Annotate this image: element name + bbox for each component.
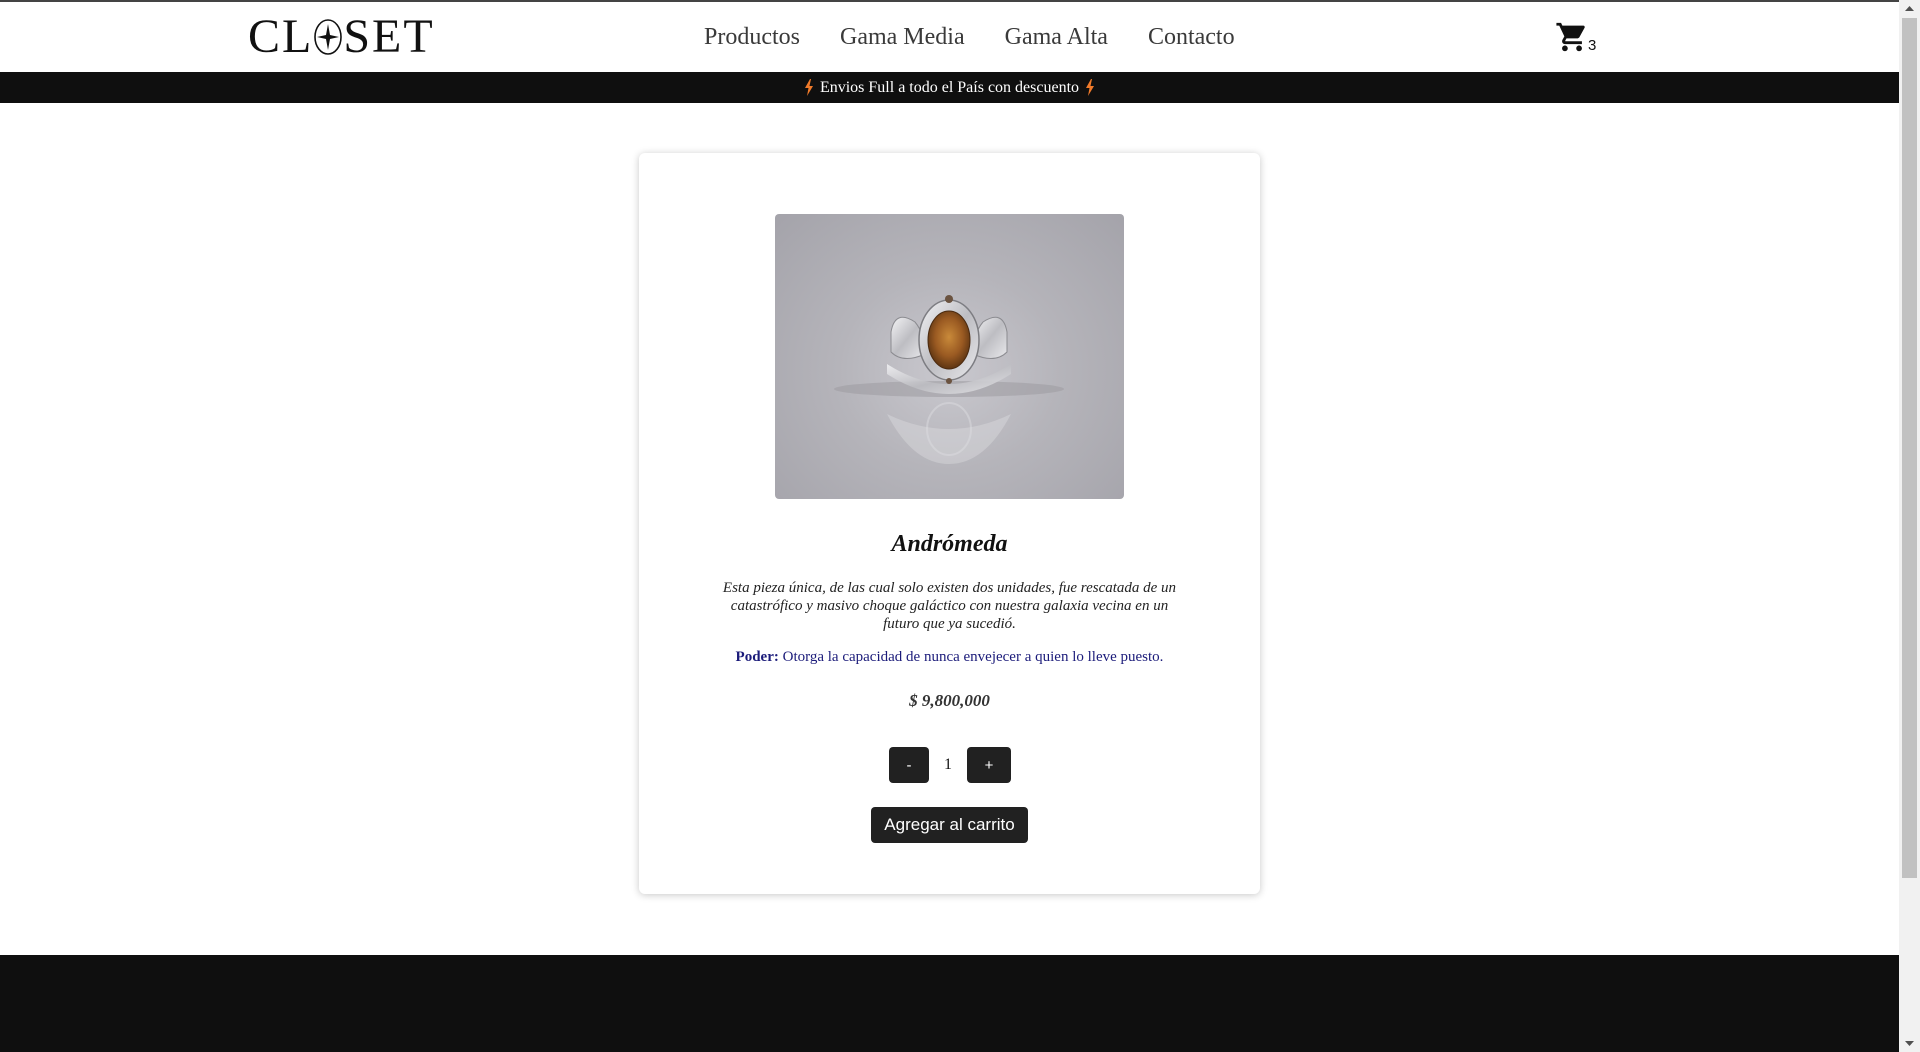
lightning-bolt-icon — [1086, 79, 1095, 96]
cart-count-badge: 3 — [1588, 37, 1597, 54]
product-description: Esta pieza única, de las cual solo exist… — [722, 580, 1177, 632]
cart-button[interactable]: 3 — [1555, 20, 1601, 56]
main-nav: Productos Gama Media Gama Alta Contacto — [704, 22, 1235, 52]
ring-illustration — [834, 295, 1064, 464]
scroll-down-arrow-icon[interactable] — [1899, 1035, 1920, 1052]
power-label: Poder: — [735, 649, 779, 665]
logo-text-start: CL — [248, 10, 314, 63]
page: CL SET Productos Gama Media Gama Alta Co… — [0, 0, 1899, 1052]
quantity-value: 1 — [944, 756, 952, 773]
nav-gama-alta[interactable]: Gama Alta — [1005, 22, 1108, 52]
quantity-stepper: - 1 + — [889, 747, 1011, 783]
promo-bar: Envios Full a todo el País con descuento — [0, 72, 1899, 103]
four-point-star-icon — [314, 19, 343, 55]
product-image — [775, 214, 1124, 499]
logo-text-end: SET — [343, 10, 435, 63]
decrease-quantity-button[interactable]: - — [889, 747, 929, 783]
vertical-scrollbar[interactable] — [1899, 0, 1920, 1052]
promo-text: Envios Full a todo el País con descuento — [819, 78, 1080, 96]
site-header: CL SET Productos Gama Media Gama Alta Co… — [0, 2, 1899, 72]
scrollbar-thumb[interactable] — [1902, 18, 1917, 878]
product-card: Andrómeda Esta pieza única, de las cual … — [639, 153, 1260, 894]
scroll-up-arrow-icon[interactable] — [1899, 0, 1920, 17]
product-price: $ 9,800,000 — [909, 691, 990, 710]
product-title: Andrómeda — [891, 531, 1008, 557]
nav-gama-media[interactable]: Gama Media — [840, 22, 965, 52]
site-footer — [0, 955, 1899, 1052]
shopping-cart-icon — [1556, 22, 1585, 52]
lightning-bolt-icon — [804, 79, 813, 96]
nav-productos[interactable]: Productos — [704, 22, 800, 52]
nav-contacto[interactable]: Contacto — [1148, 22, 1235, 52]
closet-logo[interactable]: CL SET — [248, 10, 435, 63]
increase-quantity-button[interactable]: + — [967, 747, 1011, 783]
power-text: Otorga la capacidad de nunca envejecer a… — [782, 649, 1164, 665]
product-power: Poder: Otorga la capacidad de nunca enve… — [639, 649, 1260, 666]
add-to-cart-button[interactable]: Agregar al carrito — [871, 807, 1028, 843]
